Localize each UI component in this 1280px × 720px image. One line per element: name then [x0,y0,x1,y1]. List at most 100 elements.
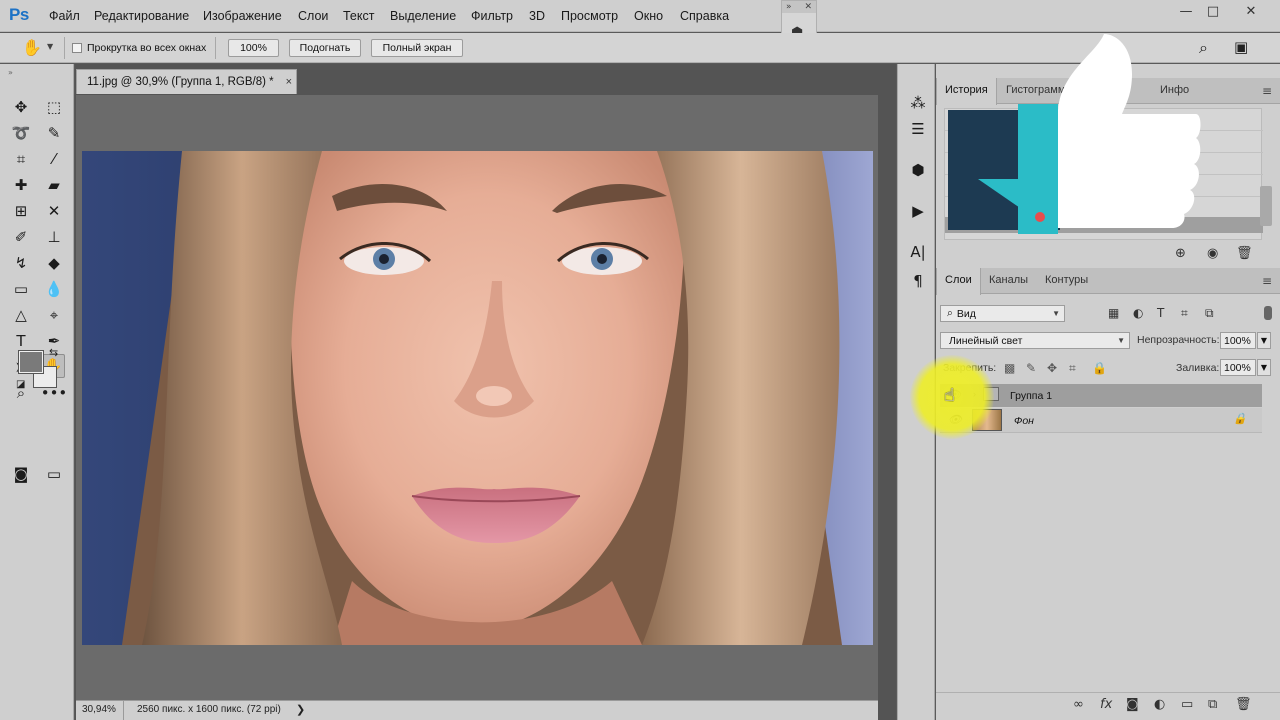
filter-type-icon[interactable]: T [1157,306,1164,320]
panel-menu-icon[interactable]: ≡ [1262,274,1272,288]
menu-3d[interactable]: 3D [529,9,561,23]
tool-preset-dropdown-icon[interactable]: ▼ [47,42,53,51]
menu-image[interactable]: Изображение [203,9,298,23]
snapshot-camera-icon[interactable]: ◉ [1207,246,1218,261]
restore-button[interactable]: □ [1200,0,1226,22]
panel-grip-icon[interactable]: » [8,68,13,77]
history-scrollbar[interactable] [1260,186,1272,226]
adjustment-layer-icon[interactable]: ◐ [1154,697,1165,712]
fit-screen-button[interactable]: Подогнать [289,39,361,57]
status-zoom-value[interactable]: 30,94% [82,704,116,715]
minimize-button[interactable]: — [1173,0,1199,22]
opacity-input[interactable]: 100% [1220,332,1256,349]
trash-icon[interactable]: 🗑 [1235,697,1252,712]
thumbs-up-overlay-graphic [946,34,1206,234]
menu-filter[interactable]: Фильтр [471,9,529,23]
pen-tool-icon[interactable]: ⌖ [42,303,66,327]
status-bar: 30,94% 2560 пикс. x 1600 пикс. (72 ppi) … [76,700,878,720]
layer-filter-dropdown[interactable]: ⌕ Вид ▼ [940,305,1065,322]
filter-shape-icon[interactable]: ⌗ [1181,306,1188,321]
document-photo[interactable] [82,151,873,645]
marquee-tool-icon[interactable]: ⬚ [42,95,66,119]
blend-mode-select[interactable]: Линейный свет ▼ [940,332,1130,349]
menu-file[interactable]: Файл [49,9,94,23]
quick-select-tool-icon[interactable]: ✎ [42,121,66,145]
close-tab-icon[interactable]: × [286,76,292,88]
menu-type[interactable]: Текст [343,9,390,23]
transform-tool-icon[interactable]: ✕ [42,199,66,223]
history-brush-icon[interactable]: ↯ [9,251,33,275]
stamp-tool-icon[interactable]: ⊥ [42,225,66,249]
filter-smart-object-icon[interactable]: ⧉ [1205,306,1214,321]
new-layer-icon[interactable]: ⧉ [1208,697,1217,712]
workspace-icon[interactable]: ▣ [1234,38,1248,56]
menu-window[interactable]: Окно [634,9,680,23]
3d-cube-icon[interactable]: ⬢ [907,159,929,181]
scroll-all-windows-label: Прокрутка во всех окнах [87,42,207,54]
chevron-down-icon: ▼ [1052,309,1060,318]
dodge-tool-icon[interactable]: △ [9,303,33,327]
crop-tool-icon[interactable]: ⌗ [9,147,33,171]
trash-icon[interactable]: 🗑 [1236,246,1253,261]
document-tab[interactable]: 11.jpg @ 30,9% (Группа 1, RGB/8) * × [76,69,297,94]
move-tool-icon[interactable]: ✥ [9,95,33,119]
healing-brush-icon[interactable]: ✚ [9,173,33,197]
character-icon[interactable]: A| [907,241,929,263]
filter-adjustment-icon[interactable]: ◐ [1133,306,1143,320]
menu-layers[interactable]: Слои [298,9,343,23]
patch-tool-icon[interactable]: ▰ [42,173,66,197]
layers-panel-tabs: Слои Каналы Контуры ≡ [936,268,1280,295]
layer-name[interactable]: Фон [1014,415,1034,427]
tab-paths[interactable]: Контуры [1045,274,1088,286]
frame-tool-icon[interactable]: ⊞ [9,199,33,223]
layer-style-fx-icon[interactable]: fx [1100,697,1112,712]
filter-toggle[interactable] [1264,306,1272,320]
lock-all-icon[interactable]: 🔒 [1092,361,1107,375]
fill-screen-button[interactable]: Полный экран [371,39,463,57]
link-layers-icon[interactable]: ∞ [1073,697,1084,712]
layers-list-empty-area[interactable] [940,434,1262,692]
opacity-dropdown-icon[interactable]: ▼ [1257,332,1271,349]
adjustments-icon[interactable]: ☰ [907,118,929,140]
lock-transparent-icon[interactable]: ▩ [1004,361,1015,375]
lasso-tool-icon[interactable]: ➰ [9,121,33,145]
eraser-tool-icon[interactable]: ◆ [42,251,66,275]
quick-mask-icon[interactable]: ◙ [9,462,33,486]
filter-pixel-icon[interactable]: ▦ [1108,306,1119,320]
brush-preset-icon[interactable]: ⁂ [907,92,929,114]
menu-help[interactable]: Справка [680,9,740,23]
status-menu-arrow-icon[interactable]: ❯ [296,703,305,716]
menu-view[interactable]: Просмотр [561,9,634,23]
lock-image-icon[interactable]: ✎ [1026,361,1036,375]
panel-menu-icon[interactable]: ≡ [1262,84,1272,98]
type-tool-icon[interactable]: T [9,329,33,353]
fill-dropdown-icon[interactable]: ▼ [1257,359,1271,376]
screen-mode-icon[interactable]: ▭ [42,462,66,486]
play-actions-icon[interactable]: ▶ [907,200,929,222]
hand-icon[interactable]: ✋ [22,38,42,57]
default-colors-icon[interactable]: ◪ [16,379,25,390]
new-document-from-state-icon[interactable]: ⊕ [1175,246,1186,261]
swap-colors-icon[interactable]: ⇆ [49,346,58,359]
lock-artboard-icon[interactable]: ⌗ [1069,361,1076,376]
gradient-tool-icon[interactable]: ▭ [9,277,33,301]
add-mask-icon[interactable]: ◙ [1126,697,1139,712]
tab-channels[interactable]: Каналы [989,274,1028,286]
foreground-color-swatch[interactable] [18,350,44,374]
paragraph-icon[interactable]: ¶ [907,270,929,292]
zoom-100-button[interactable]: 100% [228,39,279,57]
menu-select[interactable]: Выделение [390,9,471,23]
close-button[interactable]: ✕ [1238,0,1264,22]
menu-edit[interactable]: Редактирование [94,9,203,23]
eyedropper-tool-icon[interactable]: ⁄ [42,147,66,171]
brush-tool-icon[interactable]: ✐ [9,225,33,249]
layer-filter-value: Вид [956,307,976,320]
floating-panel-header[interactable]: » ✕ [782,1,816,13]
fill-input[interactable]: 100% [1220,359,1256,376]
lock-position-icon[interactable]: ✥ [1047,361,1057,375]
blur-tool-icon[interactable]: 💧 [42,277,66,301]
new-group-folder-icon[interactable]: ▭ [1181,697,1193,712]
tab-layers[interactable]: Слои [936,268,981,295]
scroll-all-windows-checkbox[interactable] [72,43,82,53]
layer-name[interactable]: Группа 1 [1010,390,1052,402]
